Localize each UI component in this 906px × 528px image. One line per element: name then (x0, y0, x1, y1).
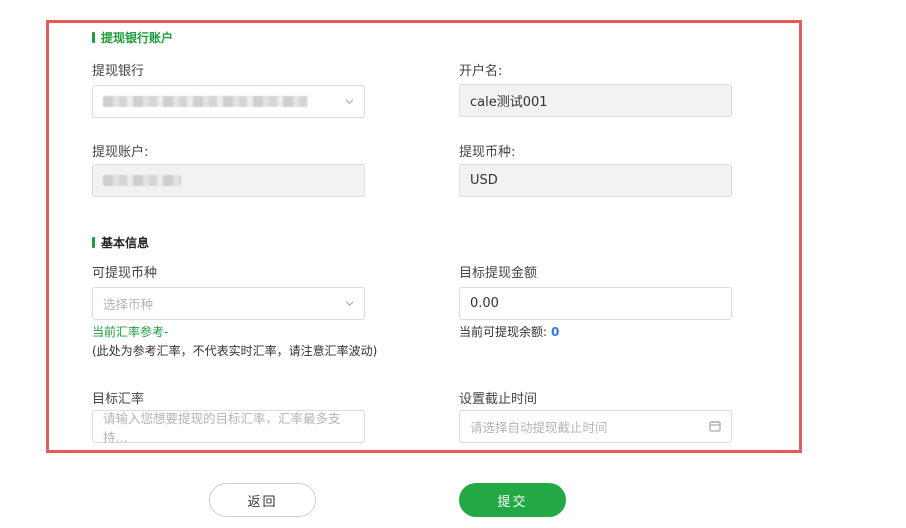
currency-label: 提现币种: (459, 145, 516, 160)
section-marker (92, 237, 95, 248)
chevron-down-icon (345, 301, 354, 307)
currency-value: USD (470, 173, 498, 188)
target-rate-input[interactable]: 请输入您想要提现的目标汇率，汇率最多支持... (92, 410, 365, 445)
bank-section-title: 提现银行账户 (92, 29, 173, 46)
chevron-down-icon (345, 99, 354, 105)
target-amount-value: 0.00 (470, 296, 499, 311)
calendar-icon (709, 421, 721, 432)
available-currency-select[interactable]: 选择币种 (92, 287, 365, 320)
target-amount-label: 目标提现金额 (459, 266, 538, 281)
target-rate-placeholder: 请输入您想要提现的目标汇率，汇率最多支持... (103, 410, 341, 445)
bank-label: 提现银行 (92, 64, 145, 79)
basic-section-title-text: 基本信息 (101, 236, 150, 250)
target-rate-label: 目标汇率 (92, 392, 145, 407)
submit-button[interactable]: 提交 (459, 483, 566, 517)
basic-section-title: 基本信息 (92, 234, 149, 251)
bank-section-title-text: 提现银行账户 (101, 31, 174, 45)
available-balance: 当前可提现余额: 0 (459, 323, 559, 340)
available-currency-placeholder: 选择币种 (103, 297, 154, 312)
balance-label: 当前可提现余额: (459, 325, 548, 339)
available-currency-label: 可提现币种 (92, 266, 158, 281)
balance-value: 0 (551, 325, 560, 339)
account-field (92, 164, 365, 197)
rate-note: (此处为参考汇率，不代表实时汇率，请注意汇率波动) (92, 344, 378, 358)
blurred-account-number (103, 175, 181, 186)
target-amount-input[interactable]: 0.00 (459, 287, 732, 320)
deadline-picker[interactable]: 请选择自动提现截止时间 (459, 410, 732, 443)
back-button[interactable]: 返回 (209, 483, 316, 517)
account-name-field: cale测试001 (459, 84, 732, 117)
deadline-placeholder: 请选择自动提现截止时间 (470, 420, 608, 435)
account-name-label: 开户名: (459, 64, 503, 79)
blurred-bank-name (103, 96, 308, 107)
account-label: 提现账户: (92, 145, 149, 160)
deadline-label: 设置截止时间 (459, 392, 538, 407)
currency-field: USD (459, 164, 732, 197)
account-name-value: cale测试001 (470, 95, 548, 110)
section-marker (92, 32, 95, 43)
rate-reference-label: 当前汇率参考- (92, 325, 169, 339)
bank-select[interactable] (92, 85, 365, 118)
